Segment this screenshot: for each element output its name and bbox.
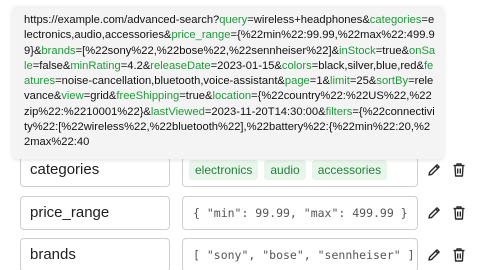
param-row-brands: brands [ "sony", "bose", "sennheiser" ] [20, 238, 470, 270]
param-name-field[interactable]: price_range [20, 196, 170, 230]
url-param-value: =25& [349, 75, 377, 88]
pencil-icon[interactable] [425, 204, 443, 222]
url-param-key: releaseDate [150, 59, 211, 72]
trash-icon[interactable] [450, 246, 468, 264]
url-param-key: categories [369, 14, 422, 26]
param-name-field[interactable]: brands [20, 238, 170, 270]
value-chip: electronics [189, 160, 259, 180]
url-param-key: filters [325, 105, 353, 118]
url-param-key: view [61, 90, 84, 103]
url-param-key: location [212, 90, 252, 103]
url-param-key: sortBy [376, 75, 409, 88]
url-param-key: freeShipping [116, 90, 180, 103]
url-param-value: =false& [32, 59, 71, 72]
url-param-value: =[%22sony%22,%22bose%22,%22sennheiser%22… [75, 44, 340, 57]
trash-icon[interactable] [450, 161, 468, 179]
url-param-value: =2023-01-15& [210, 59, 282, 72]
value-chip: audio [264, 160, 306, 180]
url-param-key: inStock [339, 44, 376, 57]
value-chip: accessories [311, 160, 388, 180]
url-param-value: =1& [309, 75, 330, 88]
pencil-icon[interactable] [425, 246, 443, 264]
url-param-key: limit [330, 75, 350, 88]
url-param-value: =grid& [83, 90, 117, 103]
param-row-price-range: price_range { "min": 99.99, "max": 499.9… [20, 196, 470, 232]
url-param-value: =noise-cancellation,bluetooth,voice-assi… [55, 75, 285, 88]
url-param-key: colors [281, 59, 312, 72]
url-param-value: =black,silver,blue,red& [311, 59, 424, 72]
trash-icon[interactable] [450, 204, 468, 222]
url-param-key: brands [41, 44, 76, 57]
url-tooltip: https://example.com/advanced-search?quer… [12, 6, 444, 159]
url-param-value: =true& [375, 44, 410, 57]
param-value-field[interactable]: { "min": 99.99, "max": 499.99 } [182, 196, 418, 230]
pencil-icon[interactable] [425, 161, 443, 179]
url-param-value: =4.2& [120, 59, 151, 72]
url-param-key: price_range [171, 29, 231, 42]
url-param-key: page [284, 75, 310, 88]
url-param-key: query [219, 14, 248, 26]
url-param-value: https://example.com/advanced-search? [24, 14, 220, 26]
url-param-key: minRating [70, 59, 121, 72]
url-param-value: =true& [179, 90, 213, 103]
url-param-value: =2023-11-20T14:30:00& [204, 105, 326, 118]
param-value-field[interactable]: [ "sony", "bose", "sennheiser" ] [182, 238, 418, 270]
url-param-key: lastViewed [150, 105, 205, 118]
url-param-value: =wireless+headphones& [247, 14, 370, 26]
